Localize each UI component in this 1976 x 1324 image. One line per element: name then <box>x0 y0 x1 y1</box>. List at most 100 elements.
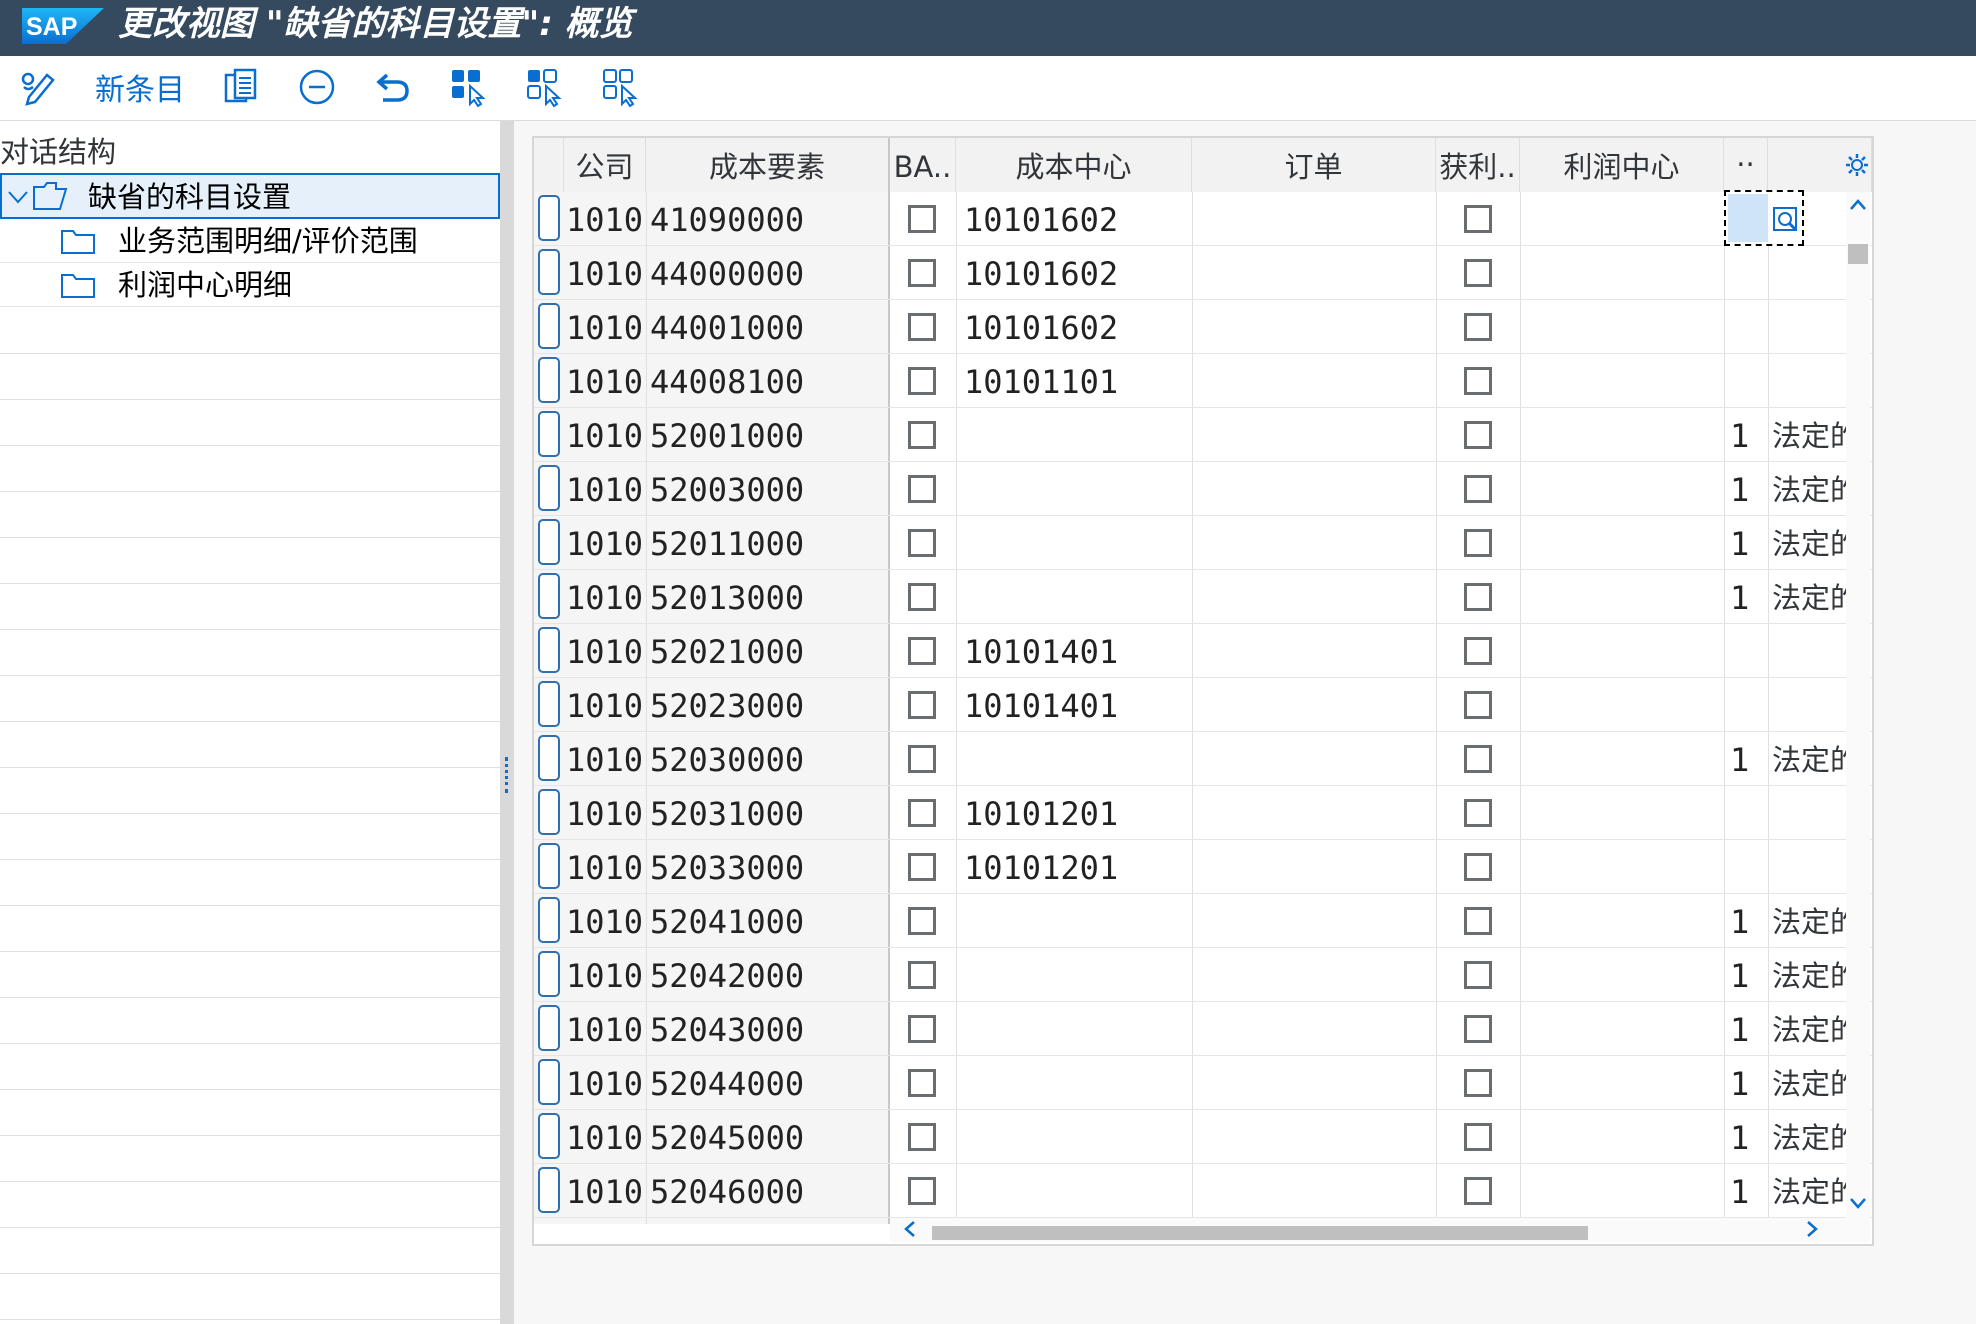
business-area-checkbox[interactable] <box>908 313 936 341</box>
row-selector[interactable] <box>538 411 560 457</box>
company-code-cell[interactable]: 1010 <box>566 246 646 300</box>
company-code-cell[interactable]: 1010 <box>566 840 646 894</box>
order-cell[interactable] <box>1198 300 1434 354</box>
profitability-segment-checkbox[interactable] <box>1464 313 1492 341</box>
business-area-checkbox[interactable] <box>908 367 936 395</box>
flag-cell[interactable]: 1 <box>1730 570 1764 624</box>
profitability-segment-checkbox[interactable] <box>1464 745 1492 773</box>
cost-element-cell[interactable]: 52021000 <box>650 624 886 678</box>
company-code-cell[interactable]: 1010 <box>566 516 646 570</box>
row-selector[interactable] <box>538 951 560 997</box>
vertical-scroll-thumb[interactable] <box>1848 244 1868 264</box>
flag-cell[interactable] <box>1730 624 1764 678</box>
profit-center-cell[interactable] <box>1526 840 1722 894</box>
row-selector-header[interactable] <box>534 138 564 192</box>
cost-element-cell[interactable]: 52013000 <box>650 570 886 624</box>
cost-center-cell[interactable] <box>964 516 1190 570</box>
flag-cell[interactable] <box>1730 354 1764 408</box>
profit-center-cell[interactable] <box>1526 300 1722 354</box>
row-selector[interactable] <box>538 519 560 565</box>
company-code-cell[interactable]: 1010 <box>566 300 646 354</box>
business-area-checkbox[interactable] <box>908 961 936 989</box>
value-help-icon[interactable] <box>1772 206 1800 234</box>
order-cell[interactable] <box>1198 840 1434 894</box>
company-code-cell[interactable]: 1010 <box>566 732 646 786</box>
profit-center-cell[interactable] <box>1526 408 1722 462</box>
column-header-business-area[interactable]: BA.. <box>890 138 956 192</box>
cost-element-cell[interactable]: 52003000 <box>650 462 886 516</box>
profit-center-cell[interactable] <box>1526 786 1722 840</box>
business-area-checkbox[interactable] <box>908 583 936 611</box>
cost-center-cell[interactable]: 10101201 <box>964 840 1190 894</box>
cost-element-cell[interactable]: 44000000 <box>650 246 886 300</box>
tree-node-business-area-detail[interactable]: 业务范围明细/评价范围 <box>0 219 500 263</box>
profitability-segment-checkbox[interactable] <box>1464 907 1492 935</box>
business-area-checkbox[interactable] <box>908 421 936 449</box>
profit-center-cell[interactable] <box>1526 462 1722 516</box>
cost-center-cell[interactable]: 10101602 <box>964 300 1190 354</box>
order-cell[interactable] <box>1198 1110 1434 1164</box>
cost-center-cell[interactable]: 10101201 <box>964 786 1190 840</box>
order-cell[interactable] <box>1198 354 1434 408</box>
business-area-checkbox[interactable] <box>908 475 936 503</box>
cost-element-cell[interactable]: 52041000 <box>650 894 886 948</box>
company-code-cell[interactable]: 1010 <box>566 786 646 840</box>
company-code-cell[interactable]: 1010 <box>566 678 646 732</box>
horizontal-scroll-thumb[interactable] <box>932 1226 1588 1240</box>
order-cell[interactable] <box>1198 1056 1434 1110</box>
table-settings-gear-icon[interactable] <box>1844 152 1870 178</box>
profitability-segment-checkbox[interactable] <box>1464 529 1492 557</box>
company-code-cell[interactable]: 1010 <box>566 1056 646 1110</box>
company-code-cell[interactable]: 1010 <box>566 1002 646 1056</box>
cost-center-cell[interactable] <box>964 948 1190 1002</box>
order-cell[interactable] <box>1198 192 1434 246</box>
flag-cell[interactable]: 1 <box>1730 894 1764 948</box>
business-area-checkbox[interactable] <box>908 691 936 719</box>
order-cell[interactable] <box>1198 516 1434 570</box>
scroll-right-arrow-icon[interactable] <box>1800 1218 1822 1245</box>
flag-cell[interactable]: 1 <box>1730 732 1764 786</box>
order-cell[interactable] <box>1198 1002 1434 1056</box>
cost-center-cell[interactable] <box>964 408 1190 462</box>
cost-center-cell[interactable] <box>964 570 1190 624</box>
horizontal-scrollbar[interactable] <box>890 1218 1870 1242</box>
profitability-segment-checkbox[interactable] <box>1464 691 1492 719</box>
flag-cell[interactable] <box>1730 840 1764 894</box>
delete-button[interactable] <box>292 64 342 110</box>
focused-input-cell[interactable] <box>1724 190 1804 246</box>
company-code-cell[interactable]: 1010 <box>566 192 646 246</box>
row-selector[interactable] <box>538 1167 560 1213</box>
cost-element-cell[interactable]: 52045000 <box>650 1110 886 1164</box>
cost-element-cell[interactable]: 52046000 <box>650 1164 886 1218</box>
row-selector[interactable] <box>538 195 560 241</box>
cost-element-cell[interactable]: 52042000 <box>650 948 886 1002</box>
profit-center-cell[interactable] <box>1526 678 1722 732</box>
select-block-button[interactable] <box>520 64 570 110</box>
business-area-checkbox[interactable] <box>908 745 936 773</box>
profit-center-cell[interactable] <box>1526 1056 1722 1110</box>
splitter-grip-handle[interactable] <box>505 757 509 793</box>
profitability-segment-checkbox[interactable] <box>1464 853 1492 881</box>
order-cell[interactable] <box>1198 894 1434 948</box>
company-code-cell[interactable]: 1010 <box>566 570 646 624</box>
profit-center-cell[interactable] <box>1526 246 1722 300</box>
flag-cell[interactable]: 1 <box>1730 1164 1764 1218</box>
display-change-button[interactable] <box>14 64 64 110</box>
cost-element-cell[interactable]: 52001000 <box>650 408 886 462</box>
cost-center-cell[interactable]: 10101101 <box>964 354 1190 408</box>
profit-center-cell[interactable] <box>1526 192 1722 246</box>
panel-splitter[interactable] <box>500 121 514 1324</box>
profitability-segment-checkbox[interactable] <box>1464 205 1492 233</box>
profit-center-cell[interactable] <box>1526 570 1722 624</box>
cost-center-cell[interactable]: 10101602 <box>964 246 1190 300</box>
cost-element-cell[interactable]: 52044000 <box>650 1056 886 1110</box>
order-cell[interactable] <box>1198 570 1434 624</box>
vertical-scrollbar[interactable] <box>1846 192 1870 1224</box>
copy-as-button[interactable] <box>216 64 266 110</box>
order-cell[interactable] <box>1198 624 1434 678</box>
cost-element-cell[interactable]: 44008100 <box>650 354 886 408</box>
profitability-segment-checkbox[interactable] <box>1464 637 1492 665</box>
cost-center-cell[interactable]: 10101401 <box>964 678 1190 732</box>
profit-center-cell[interactable] <box>1526 354 1722 408</box>
column-header-company[interactable]: 公司 <box>564 138 646 192</box>
